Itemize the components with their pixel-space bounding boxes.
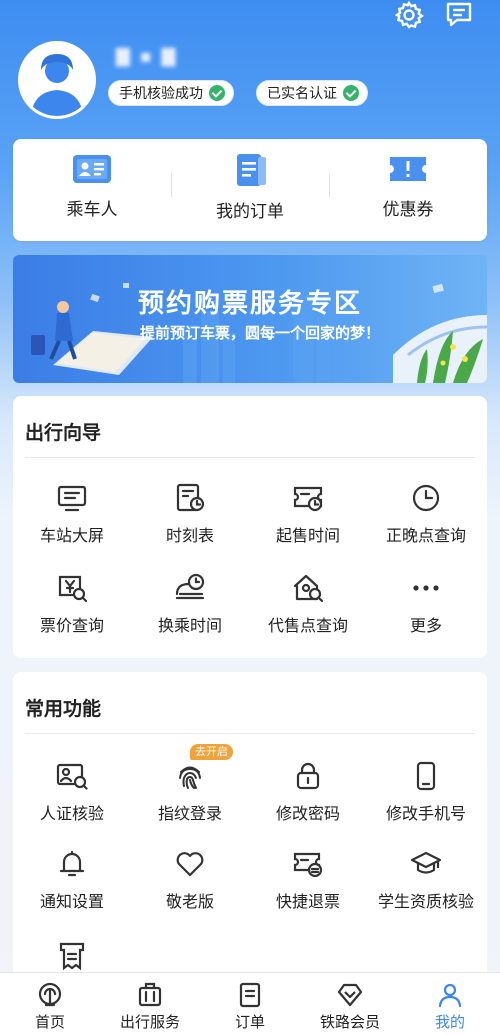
tab-home-label: 首页 — [34, 1013, 65, 1031]
agency-search-icon — [293, 574, 324, 603]
change-phone-button[interactable]: 修改手机号 — [367, 760, 485, 824]
username: ▇ ▪ ▇ — [116, 46, 178, 67]
graduation-cap-icon — [410, 851, 442, 874]
receipt-icon — [59, 942, 85, 971]
coupon-label: 优惠券 — [382, 200, 434, 220]
lock-icon — [296, 762, 320, 790]
quick-refund-label: 快捷退票 — [275, 892, 340, 911]
common-functions-card: 常用功能 人证核验 指纹登录 修改密码 修改手机号 通知设置 敬老版 快捷退票 … — [13, 672, 487, 972]
price-query-button[interactable]: 票价查询 — [13, 572, 131, 636]
price-search-icon — [58, 575, 88, 603]
passenger-button[interactable]: 乘车人 — [13, 153, 171, 220]
luggage-icon — [138, 982, 162, 1007]
tab-orders[interactable]: 订单 — [200, 981, 300, 1032]
receipt-button[interactable] — [13, 940, 131, 972]
passenger-label: 乘车人 — [66, 200, 118, 220]
diamond-icon — [337, 983, 363, 1007]
more-label: 更多 — [409, 616, 442, 635]
tab-railway-member[interactable]: 铁路会员 — [300, 981, 400, 1032]
change-password-button[interactable]: 修改密码 — [249, 760, 367, 824]
section-title: 出行向导 — [25, 422, 102, 444]
notification-settings-button[interactable]: 通知设置 — [13, 848, 131, 912]
student-verify-button[interactable]: 学生资质核验 — [367, 848, 485, 912]
tab-mine-label: 我的 — [434, 1013, 465, 1031]
elderly-mode-button[interactable]: 敬老版 — [131, 848, 249, 912]
fingerprint-login-button[interactable]: 指纹登录 — [131, 760, 249, 824]
change-phone-label: 修改手机号 — [385, 804, 466, 823]
clock-icon — [412, 484, 440, 512]
message-icon[interactable] — [444, 0, 474, 30]
travel-guide-card: 出行向导 车站大屏 时刻表 起售时间 正晚点查询 票价查询 换乘时间 代售点查询… — [13, 396, 487, 658]
divider — [25, 457, 475, 458]
bottom-tab-bar: 首页 出行服务 订单 铁路会员 我的 — [0, 972, 500, 1035]
order-icon — [237, 154, 266, 186]
agency-query-label: 代售点查询 — [267, 616, 348, 635]
elderly-mode-label: 敬老版 — [165, 892, 214, 911]
person-icon — [438, 983, 462, 1008]
timetable-label: 时刻表 — [165, 526, 214, 545]
fingerprint-icon — [179, 766, 201, 789]
station-screen-label: 车站大屏 — [39, 526, 104, 545]
heart-icon — [176, 852, 204, 877]
timetable-icon — [176, 483, 205, 512]
ticket-clock-icon — [293, 486, 323, 512]
delay-query-label: 正晚点查询 — [385, 526, 466, 545]
quick-refund-button[interactable]: 快捷退票 — [249, 848, 367, 912]
price-query-label: 票价查询 — [39, 616, 104, 635]
banner-subtitle: 提前预订车票，圆每一个回家的梦！ — [139, 324, 380, 342]
more-button[interactable]: 更多 — [367, 572, 485, 636]
coupon-button[interactable]: 优惠券 — [329, 153, 487, 220]
student-verify-label: 学生资质核验 — [377, 892, 474, 911]
tab-travel-services[interactable]: 出行服务 — [100, 981, 200, 1032]
notification-settings-label: 通知设置 — [39, 892, 104, 911]
section-title: 常用功能 — [25, 698, 102, 720]
station-screen-button[interactable]: 车站大屏 — [13, 482, 131, 546]
real-name-badge: 已实名认证 — [256, 80, 368, 106]
sale-time-button[interactable]: 起售时间 — [249, 482, 367, 546]
id-verify-icon — [56, 763, 88, 790]
timetable-button[interactable]: 时刻表 — [131, 482, 249, 546]
fingerprint-login-label: 指纹登录 — [157, 804, 222, 823]
banner-title: 预约购票服务专区 — [137, 289, 362, 319]
transfer-time-icon — [175, 573, 205, 600]
check-icon — [209, 85, 225, 101]
quick-refund-icon — [293, 852, 323, 878]
check-icon — [343, 85, 359, 101]
tab-orders-label: 订单 — [234, 1013, 265, 1031]
quick-actions-card: 乘车人 我的订单 优惠券 — [13, 139, 487, 241]
settings-gear-icon[interactable] — [394, 0, 425, 30]
monitor-icon — [57, 485, 87, 512]
avatar[interactable] — [18, 41, 96, 119]
id-verify-button[interactable]: 人证核验 — [13, 760, 131, 824]
my-orders-button[interactable]: 我的订单 — [171, 153, 329, 222]
transfer-time-label: 换乘时间 — [157, 616, 222, 635]
agency-query-button[interactable]: 代售点查询 — [249, 572, 367, 636]
real-name-label: 已实名认证 — [267, 86, 337, 102]
passenger-card-icon — [73, 155, 111, 183]
my-orders-label: 我的订单 — [216, 202, 284, 222]
tab-home[interactable]: 首页 — [0, 981, 100, 1032]
tab-railway-member-label: 铁路会员 — [319, 1013, 380, 1031]
bell-icon — [59, 850, 85, 877]
phone-verified-label: 手机核验成功 — [119, 86, 203, 102]
divider — [25, 733, 475, 734]
delay-query-button[interactable]: 正晚点查询 — [367, 482, 485, 546]
id-verify-label: 人证核验 — [39, 804, 104, 823]
tab-mine[interactable]: 我的 — [400, 981, 500, 1032]
railway-logo-icon — [38, 982, 62, 1007]
phone-icon — [416, 761, 436, 791]
enable-badge[interactable]: 去开启 — [190, 744, 233, 760]
booking-banner[interactable]: 预约购票服务专区 提前预订车票，圆每一个回家的梦！ — [13, 255, 487, 383]
order-tab-icon — [239, 982, 261, 1008]
tab-travel-services-label: 出行服务 — [119, 1013, 180, 1031]
sale-time-label: 起售时间 — [275, 526, 340, 545]
change-password-label: 修改密码 — [275, 804, 340, 823]
coupon-icon — [390, 157, 426, 181]
more-icon — [413, 585, 439, 591]
transfer-time-button[interactable]: 换乘时间 — [131, 572, 249, 636]
phone-verified-badge: 手机核验成功 — [108, 80, 234, 106]
